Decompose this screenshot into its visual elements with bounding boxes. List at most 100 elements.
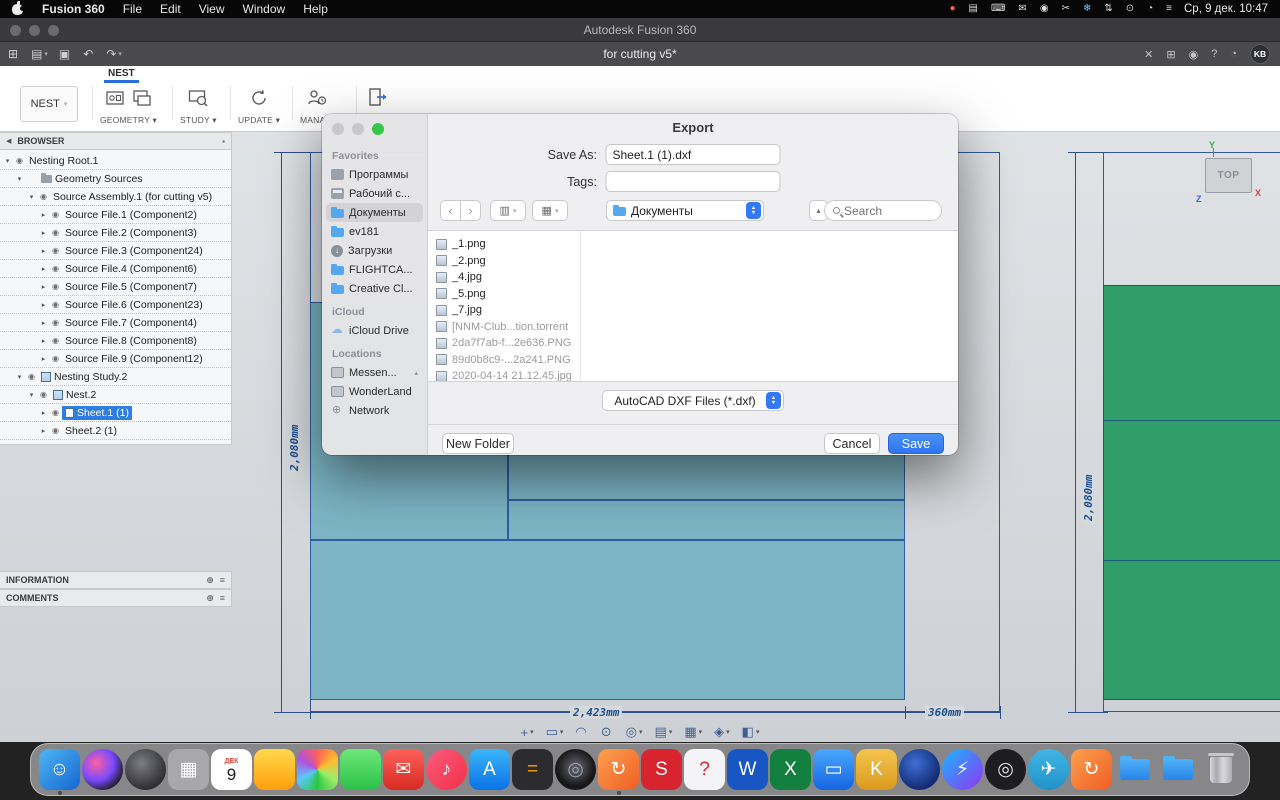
status-icon[interactable]: ✂ [1062, 0, 1070, 18]
sidebar-item[interactable]: iCloud Drive [326, 321, 423, 340]
dock-icon[interactable]: ⚡ [942, 749, 983, 790]
sidebar-item[interactable]: Network [326, 401, 423, 420]
help-icon[interactable]: ? [1211, 48, 1217, 60]
toolbar-icon[interactable]: ↷ ▾ [106, 47, 122, 61]
browser-tree-item[interactable]: ▾ ◉ Nest.2 [0, 386, 231, 404]
nav-tool-icon[interactable]: ⊙ [601, 724, 614, 740]
sidebar-item[interactable]: FLIGHTCA... [326, 260, 423, 279]
comments-panel-header[interactable]: COMMENTS ⊕ ≡ [0, 589, 232, 607]
dock-icon[interactable]: W [727, 749, 768, 790]
dialog-close-button[interactable] [332, 123, 344, 135]
visibility-icon[interactable]: ◉ [49, 228, 62, 237]
disclosure-icon[interactable]: ▸ [38, 211, 49, 219]
new-folder-button[interactable]: New Folder [442, 433, 514, 454]
nav-tool-icon[interactable]: ▦ ▾ [684, 724, 702, 740]
search-input[interactable] [844, 203, 924, 218]
visibility-icon[interactable]: ◉ [37, 192, 50, 201]
disclosure-icon[interactable]: ▸ [38, 265, 49, 273]
sidebar-item[interactable]: Загрузки [326, 241, 423, 260]
browser-tree-item[interactable]: ▸ ◉ Source File.5 (Component7) [0, 278, 231, 296]
browser-tree-item[interactable]: ▸ ◉ Sheet.1 (1) [0, 404, 231, 422]
nav-tool-icon[interactable]: ◈ ▾ [714, 724, 730, 740]
file-row[interactable]: 89d0b8c9-...2a241.PNG [436, 352, 578, 369]
status-icon[interactable]: ⌨ [991, 0, 1005, 18]
disclosure-icon[interactable]: ▸ [38, 337, 49, 345]
nested-part[interactable] [508, 500, 905, 540]
nested-part[interactable] [310, 540, 905, 700]
dock-icon[interactable]: A [469, 749, 510, 790]
study-icon[interactable] [187, 87, 209, 109]
status-icon[interactable]: ✉ [1018, 0, 1026, 18]
disclosure-icon[interactable]: ▸ [38, 283, 49, 291]
visibility-icon[interactable]: ◉ [49, 354, 62, 363]
file-row[interactable]: 2020-04-14 21.12.45.jpg [436, 368, 578, 381]
menu-edit[interactable]: Edit [151, 0, 190, 18]
browser-tree-item[interactable]: ▸ ◉ Source File.2 (Component3) [0, 224, 231, 242]
visibility-icon[interactable]: ◉ [49, 318, 62, 327]
visibility-icon[interactable]: ◉ [49, 246, 62, 255]
sidebar-item[interactable]: Рабочий с... [326, 184, 423, 203]
browser-tree-item[interactable]: ▾ ◉ Nesting Study.2 [0, 368, 231, 386]
geometry-sheet-icon[interactable] [131, 87, 153, 109]
dock-icon[interactable]: ДЕК 9 [211, 749, 252, 790]
disclosure-icon[interactable]: ▸ [38, 247, 49, 255]
nav-tool-icon[interactable]: ▤ ▾ [655, 724, 673, 740]
status-icon[interactable]: ◉ [1040, 0, 1049, 18]
browser-tree-item[interactable]: ▾ Geometry Sources [0, 170, 231, 188]
eject-icon[interactable]: ▴ [414, 369, 418, 377]
nav-tool-icon[interactable]: ◎ ▾ [626, 724, 643, 740]
save-as-field[interactable] [605, 144, 781, 165]
browser-tree-item[interactable]: ▸ ◉ Source File.1 (Component2) [0, 206, 231, 224]
visibility-icon[interactable]: ◉ [25, 372, 38, 381]
dock-icon[interactable]: ↻ [598, 749, 639, 795]
toolbar-icon[interactable]: ↶ [83, 47, 95, 61]
disclosure-icon[interactable]: ▾ [14, 373, 25, 381]
dock-icon[interactable]: ◎ [555, 749, 596, 790]
menu-bar-clock[interactable]: Ср, 9 дек. 10:47 [1184, 3, 1280, 15]
browser-tree-item[interactable]: ▾ ◉ Source Assembly.1 (for cutting v5) [0, 188, 231, 206]
status-icon[interactable]: ❄ [1083, 0, 1091, 18]
file-format-popup[interactable]: AutoCAD DXF Files (*.dxf) ▲ ▼ [602, 390, 784, 411]
notifications-icon[interactable]: ◔ [1230, 48, 1237, 60]
export-icon[interactable] [366, 86, 390, 110]
dock-icon[interactable] [1114, 749, 1155, 790]
disclosure-icon[interactable]: ▾ [26, 193, 37, 201]
dock-icon[interactable]: ☺ [39, 749, 80, 795]
browser-tree-item[interactable]: ▸ ◉ Source File.8 (Component8) [0, 332, 231, 350]
sidebar-item[interactable]: Программы [326, 165, 423, 184]
dock-icon[interactable]: ♪ [426, 749, 467, 790]
apple-menu-icon[interactable] [12, 0, 25, 15]
browser-tree-item[interactable]: ▸ ◉ Source File.4 (Component6) [0, 260, 231, 278]
toolbar-icon[interactable]: ▣ [59, 47, 72, 61]
nav-tool-icon[interactable]: + ▾ [521, 725, 534, 740]
sidebar-item[interactable]: Документы [326, 203, 423, 222]
nest-dropdown-button[interactable]: NEST ▾ [20, 86, 78, 122]
menu-help[interactable]: Help [294, 0, 337, 18]
group-label-study[interactable]: STUDY ▾ [180, 115, 217, 126]
status-icon[interactable]: ≡ [1166, 0, 1172, 18]
disclosure-icon[interactable]: ▸ [38, 301, 49, 309]
nav-tool-icon[interactable]: ◧ ▾ [742, 724, 760, 740]
status-icon[interactable]: ● [949, 0, 955, 18]
dock-icon[interactable]: ◎ [985, 749, 1026, 790]
browser-tree-item[interactable]: ▸ ◉ Sheet.2 (1) [0, 422, 231, 440]
dock-icon[interactable]: ▭ [813, 749, 854, 790]
dock-icon[interactable]: ? [684, 749, 725, 790]
sidebar-item[interactable]: Creative Cl... [326, 279, 423, 298]
dock-icon[interactable]: ✉ [383, 749, 424, 790]
sidebar-item[interactable]: WonderLand [326, 382, 423, 401]
file-row[interactable]: _1.png [436, 236, 578, 253]
dock-icon[interactable]: S [641, 749, 682, 790]
comments-expand-icon[interactable]: ≡ [220, 593, 225, 603]
dialog-minimize-button[interactable] [352, 123, 364, 135]
disclosure-icon[interactable]: ▾ [14, 175, 25, 183]
disclosure-icon[interactable]: ▸ [38, 319, 49, 327]
save-button[interactable]: Save [888, 433, 944, 454]
nested-part-green[interactable] [1103, 285, 1280, 700]
status-icon[interactable]: ⊙ [1126, 0, 1134, 18]
browser-tree-item[interactable]: ▸ ◉ Source File.3 (Component24) [0, 242, 231, 260]
file-row[interactable]: 2da7f7ab-f...2e636.PNG [436, 335, 578, 352]
visibility-icon[interactable]: ◉ [49, 408, 62, 417]
location-popup[interactable]: Документы ▲ ▼ [606, 200, 764, 221]
collapse-browser-icon[interactable]: ◀ [6, 137, 11, 145]
